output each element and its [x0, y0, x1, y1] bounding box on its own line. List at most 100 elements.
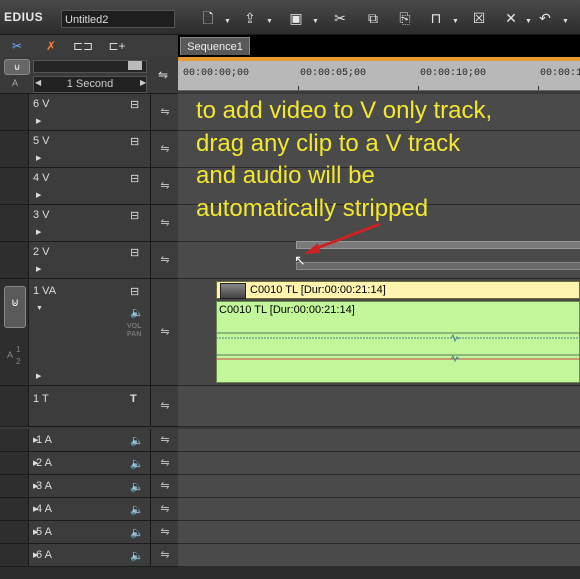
track-sync-icon[interactable]: ⇋	[150, 205, 179, 241]
track-name: 3 V	[33, 209, 50, 221]
track-collapse-triangle-icon[interactable]: ▼	[36, 305, 43, 312]
insert-mode-icon[interactable]: ⊏+	[106, 37, 128, 55]
track-body-5a[interactable]	[178, 521, 580, 544]
audio-waveform	[216, 332, 580, 363]
title-track-icon[interactable]: T	[130, 393, 137, 405]
track-body-3a[interactable]	[178, 475, 580, 498]
speaker-icon[interactable]: 🔈	[130, 549, 144, 562]
tab-sequence1[interactable]: Sequence1	[180, 37, 250, 55]
cut-icon[interactable]: ✂	[327, 8, 353, 28]
track-expand-triangle-icon[interactable]: ▶	[33, 528, 38, 536]
track-expand-triangle-icon[interactable]: ▶	[36, 154, 41, 162]
blade-mode-icon[interactable]: ✂	[6, 37, 28, 55]
trim-mode-icon[interactable]: ⊏⊐	[72, 37, 94, 55]
ruler-timecode: 00:00:10;00	[420, 68, 487, 79]
track-expand-triangle-icon[interactable]: ▶	[36, 191, 41, 199]
audio-lock-icon[interactable]: A	[12, 78, 18, 88]
track-sync-icon[interactable]: ⇋	[150, 279, 179, 385]
track-gutter	[0, 168, 29, 204]
track-expand-triangle-icon[interactable]: ▶	[33, 459, 38, 467]
save-dropdown-icon[interactable]: ▼	[312, 18, 320, 25]
delete-icon[interactable]: ☒	[466, 8, 492, 28]
ruler-tick	[298, 86, 299, 90]
undo-icon[interactable]: ↶	[532, 8, 558, 28]
track-gutter	[0, 242, 29, 278]
ruler-tick	[538, 86, 539, 90]
speaker-icon[interactable]: 🔈	[130, 480, 144, 493]
track-expand-triangle-icon[interactable]: ▶	[36, 228, 41, 236]
track-sync-icon[interactable]: ⇋	[150, 498, 179, 520]
app-name: EDIUS	[4, 10, 44, 24]
ripple-icon[interactable]: ⊓	[423, 8, 449, 28]
track-sync-icon[interactable]: ⇋	[150, 475, 179, 497]
clip-thumbnail	[220, 283, 246, 299]
track-body-1t[interactable]	[178, 386, 580, 427]
video-track-icon[interactable]: ⊟	[130, 172, 139, 185]
track-gutter	[0, 521, 29, 543]
sync-lock-button[interactable]: ⊍	[4, 59, 30, 75]
track-gutter	[0, 498, 29, 520]
track-expand-triangle-icon[interactable]: ▶	[33, 505, 38, 513]
track-expand-triangle-icon[interactable]: ▶	[36, 372, 41, 380]
track-sync-icon[interactable]: ⇋	[150, 429, 179, 451]
speaker-icon[interactable]: 🔈	[130, 526, 144, 539]
track-sync-icon[interactable]: ⇋	[150, 242, 179, 278]
video-track-icon[interactable]: ⊟	[130, 135, 139, 148]
track-expand-triangle-icon[interactable]: ▶	[33, 482, 38, 490]
undo-dropdown-icon[interactable]: ▼	[562, 18, 570, 25]
timescale-slider-thumb[interactable]	[128, 61, 142, 70]
open-project-icon[interactable]: ⇪	[237, 8, 263, 28]
ripple-delete-icon[interactable]: ✕	[498, 8, 524, 28]
new-project-icon[interactable]: 🗋	[195, 8, 221, 28]
drop-target-ghost	[296, 262, 580, 270]
ripple-dropdown-icon[interactable]: ▼	[452, 18, 460, 25]
video-clip-label: C0010 TL [Dur:00:00:21:14]	[250, 284, 386, 296]
video-track-icon[interactable]: ⊟	[130, 246, 139, 259]
track-sync-icon[interactable]: ⇋	[150, 94, 179, 130]
track-gutter	[0, 475, 29, 497]
track-body-6a[interactable]	[178, 544, 580, 567]
copy-icon[interactable]: ⧉	[360, 8, 386, 28]
split-mode-icon[interactable]: ✗	[40, 37, 62, 55]
vol-pan-label[interactable]: VOL PAN	[127, 323, 141, 339]
new-dropdown-icon[interactable]: ▼	[224, 18, 232, 25]
paste-icon[interactable]: ⎘	[392, 8, 418, 28]
project-name-field[interactable]: Untitled2	[61, 10, 175, 28]
timeline-scrollbar[interactable]	[0, 567, 580, 579]
track-sync-icon[interactable]: ⇋	[150, 168, 179, 204]
video-patch-button[interactable]: ⊍	[4, 286, 26, 328]
scale-left-icon[interactable]: ◀	[35, 78, 41, 87]
speaker-icon[interactable]: 🔈	[130, 306, 144, 319]
track-expand-triangle-icon[interactable]: ▶	[36, 265, 41, 273]
track-name: 6 V	[33, 98, 50, 110]
track-body-2a[interactable]	[178, 452, 580, 475]
track-sync-icon[interactable]: ⇋	[150, 521, 179, 543]
audio-patch-numbers: 1 2	[16, 345, 21, 366]
track-expand-icon[interactable]: ⇋	[152, 62, 174, 88]
track-sync-icon[interactable]: ⇋	[150, 131, 179, 167]
track-expand-triangle-icon[interactable]: ▶	[33, 551, 38, 559]
track-body-1a[interactable]	[178, 429, 580, 452]
track-sync-icon[interactable]: ⇋	[150, 452, 179, 474]
speaker-icon[interactable]: 🔈	[130, 434, 144, 447]
track-gutter	[0, 429, 29, 451]
speaker-icon[interactable]: 🔈	[130, 503, 144, 516]
track-gutter	[0, 544, 29, 566]
track-sync-icon[interactable]: ⇋	[150, 386, 179, 426]
video-track-icon[interactable]: ⊟	[130, 98, 139, 111]
track-sync-icon[interactable]: ⇋	[150, 544, 179, 566]
track-expand-triangle-icon[interactable]: ▶	[36, 117, 41, 125]
video-track-icon[interactable]: ⊟	[130, 209, 139, 222]
track-name: 1 VA	[33, 285, 57, 297]
track-expand-triangle-icon[interactable]: ▶	[33, 436, 38, 444]
scale-right-icon[interactable]: ▶	[140, 78, 146, 87]
video-track-icon[interactable]: ⊟	[130, 285, 139, 298]
save-project-icon[interactable]: ▣	[283, 8, 309, 28]
ruler-in-out-bar	[178, 57, 580, 61]
ruler-timecode: 00:00:00;00	[183, 68, 250, 79]
open-dropdown-icon[interactable]: ▼	[266, 18, 274, 25]
ruler-timecode: 00:00:1	[540, 68, 580, 79]
track-body-4a[interactable]	[178, 498, 580, 521]
timescale-select[interactable]: 1 Second	[33, 76, 147, 93]
speaker-icon[interactable]: 🔈	[130, 457, 144, 470]
